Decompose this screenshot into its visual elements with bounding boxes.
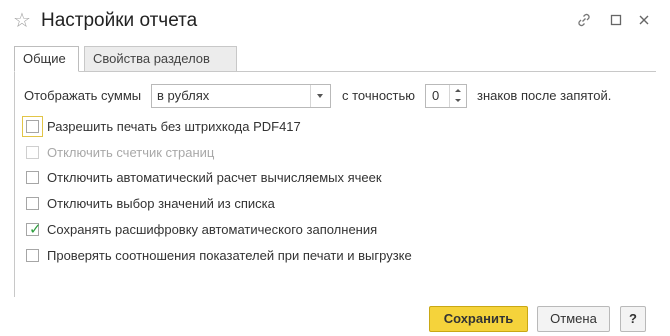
save-button[interactable]: Сохранить: [429, 306, 528, 332]
chevron-down-icon[interactable]: [310, 85, 330, 107]
checkbox-box[interactable]: [26, 197, 39, 210]
display-sums-label: Отображать суммы: [24, 88, 142, 103]
spin-down-icon[interactable]: [450, 96, 466, 107]
spin-up-icon[interactable]: [450, 85, 466, 96]
maximize-icon[interactable]: [608, 12, 624, 28]
window-title: Настройки отчета: [41, 10, 198, 31]
checkbox-box[interactable]: [26, 171, 39, 184]
checkbox-label: Отключить выбор значений из списка: [47, 196, 275, 211]
decimal-places-label: знаков после запятой.: [477, 88, 612, 103]
window-titlebar: ☆ Настройки отчета: [0, 0, 670, 44]
help-button[interactable]: ?: [620, 306, 646, 332]
checkbox-label: Отключить счетчик страниц: [47, 145, 215, 160]
checkbox-box[interactable]: [26, 120, 39, 133]
precision-label: с точностью: [342, 88, 416, 103]
display-sums-select[interactable]: в рублях: [151, 84, 331, 108]
checkbox-label: Отключить автоматический расчет вычисляе…: [47, 170, 382, 185]
cancel-button[interactable]: Отмена: [537, 306, 610, 332]
checkmark-icon: ✓: [29, 221, 42, 238]
link-icon[interactable]: [576, 12, 592, 28]
tab-section-properties[interactable]: Свойства разделов: [84, 46, 237, 72]
checkbox-label: Сохранять расшифровку автоматического за…: [47, 222, 378, 237]
display-sums-value: в рублях: [157, 88, 210, 103]
checkbox-box[interactable]: ✓: [26, 221, 42, 238]
precision-value: 0: [432, 88, 440, 103]
checkbox-box[interactable]: [26, 249, 39, 262]
checkbox-label: Разрешить печать без штрихкода PDF417: [47, 119, 301, 134]
stepper-buttons: [449, 85, 466, 107]
favorite-star-icon[interactable]: ☆: [13, 10, 31, 32]
precision-stepper[interactable]: 0: [425, 84, 467, 108]
checkbox-label: Проверять соотношения показателей при пе…: [47, 248, 412, 263]
close-icon[interactable]: [636, 12, 652, 28]
checkbox-box: [26, 146, 39, 159]
tab-general[interactable]: Общие: [14, 46, 79, 72]
